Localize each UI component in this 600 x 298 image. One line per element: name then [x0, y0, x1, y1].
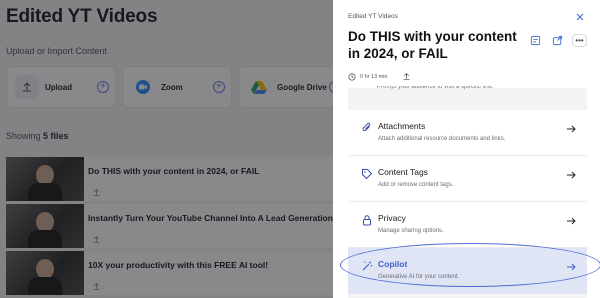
option-title: Content Tags [378, 167, 428, 177]
duration-text: 0 hr 13 min [360, 73, 388, 80]
arrow-right-icon [567, 125, 576, 133]
copilot-highlight-circle [340, 243, 600, 287]
arrow-right-icon [567, 171, 576, 179]
option-description: Manage sharing options. [378, 228, 444, 234]
share-icon[interactable] [550, 33, 564, 47]
content-tags-option[interactable]: Content Tags Add or remove content tags. [348, 156, 587, 202]
upload-icon[interactable] [402, 72, 411, 81]
cut-off-description: Prompt your audience to visit a specific… [377, 86, 494, 90]
video-meta: 0 hr 13 min [348, 72, 411, 81]
option-description: Attach additional resource documents and… [378, 136, 506, 142]
close-icon[interactable] [574, 10, 586, 22]
clock-icon [348, 72, 356, 81]
attachments-option[interactable]: Attachments Attach additional resource d… [348, 110, 587, 156]
arrow-right-icon [567, 217, 576, 225]
transcript-icon[interactable] [528, 33, 542, 47]
paperclip-icon [362, 122, 371, 132]
more-options-button[interactable]: ••• [572, 33, 587, 47]
option-title: Privacy [378, 213, 406, 223]
option-title: Attachments [378, 121, 426, 131]
panel-toolbar: ••• [528, 33, 587, 47]
lock-icon [363, 215, 371, 226]
tag-icon [362, 169, 373, 180]
page-title: Do THIS with your content in 2024, or FA… [348, 29, 517, 61]
breadcrumb[interactable]: Edited YT Videos [348, 13, 398, 20]
privacy-option[interactable]: Privacy Manage sharing options. [348, 202, 587, 248]
option-description: Add or remove content tags. [378, 182, 454, 188]
